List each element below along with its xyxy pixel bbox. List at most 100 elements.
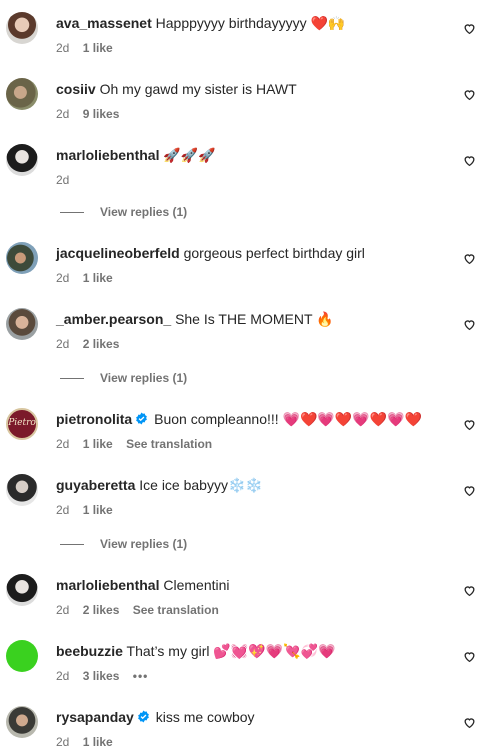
see-translation-button[interactable]: See translation: [133, 603, 219, 617]
avatar-logo-text: Pietro: [8, 418, 36, 428]
comment-time[interactable]: 2d: [56, 41, 69, 55]
comment-text: gorgeous perfect birthday girl: [183, 245, 365, 261]
comment-text: 🚀🚀🚀: [163, 147, 216, 163]
view-replies-button[interactable]: View replies (1): [60, 204, 187, 220]
comment-item: ava_massenet Happpyyyy birthdayyyyy ❤️🙌 …: [0, 12, 484, 72]
comment-time[interactable]: 2d: [56, 437, 69, 451]
heart-icon[interactable]: [463, 716, 476, 729]
heart-icon[interactable]: [463, 88, 476, 101]
heart-icon[interactable]: [463, 584, 476, 597]
replies-divider: [60, 212, 84, 214]
view-replies-button[interactable]: View replies (1): [60, 370, 187, 386]
comment-item: marloliebenthal 🚀🚀🚀 2d: [0, 144, 484, 204]
see-translation-button[interactable]: See translation: [126, 437, 212, 451]
comment-time[interactable]: 2d: [56, 271, 69, 285]
username-link[interactable]: marloliebenthal: [56, 577, 159, 593]
heart-icon[interactable]: [463, 318, 476, 331]
comment-meta: 2d: [56, 172, 79, 188]
replies-divider: [60, 378, 84, 380]
comment-line: marloliebenthal Clementini: [56, 576, 444, 594]
comment-time[interactable]: 2d: [56, 603, 69, 617]
likes-count[interactable]: 2 likes: [83, 603, 120, 617]
heart-icon[interactable]: [463, 484, 476, 497]
comment-line: _amber.pearson_ She Is THE MOMENT 🔥: [56, 310, 444, 328]
view-replies-label[interactable]: View replies (1): [100, 537, 187, 551]
username-link[interactable]: marloliebenthal: [56, 147, 159, 163]
comment-item: rysapanday kiss me cowboy 2d 1 like: [0, 706, 484, 756]
comment-line: beebuzzie That’s my girl 💕💓💖💗💘💞💗: [56, 642, 444, 660]
comment-text: Happpyyyy birthdayyyyy ❤️🙌: [155, 15, 346, 31]
likes-count[interactable]: 1 like: [83, 735, 113, 749]
comment-text: kiss me cowboy: [155, 709, 255, 725]
avatar[interactable]: [6, 640, 38, 672]
comment-item: _amber.pearson_ She Is THE MOMENT 🔥 2d 2…: [0, 308, 484, 368]
likes-count[interactable]: 1 like: [83, 271, 113, 285]
comment-text: Clementini: [163, 577, 230, 593]
avatar[interactable]: [6, 242, 38, 274]
comment-text: She Is THE MOMENT 🔥: [175, 311, 334, 327]
avatar[interactable]: [6, 308, 38, 340]
view-replies-label[interactable]: View replies (1): [100, 371, 187, 385]
likes-count[interactable]: 2 likes: [83, 337, 120, 351]
replies-divider: [60, 544, 84, 546]
username-link[interactable]: guyaberetta: [56, 477, 135, 493]
comment-time[interactable]: 2d: [56, 107, 69, 121]
comment-item: cosiiv Oh my gawd my sister is HAWT 2d 9…: [0, 78, 484, 138]
comment-item: Pietro pietronolita Buon compleanno!!! 💗…: [0, 408, 484, 468]
comment-line: guyaberetta Ice ice babyyy❄️❄️: [56, 476, 444, 494]
comment-item: marloliebenthal Clementini 2d 2 likes Se…: [0, 574, 484, 634]
likes-count[interactable]: 9 likes: [83, 107, 120, 121]
more-options-button[interactable]: •••: [133, 669, 149, 683]
username-link[interactable]: pietronolita: [56, 411, 132, 427]
comment-time[interactable]: 2d: [56, 337, 69, 351]
view-replies-label[interactable]: View replies (1): [100, 205, 187, 219]
likes-count[interactable]: 3 likes: [83, 669, 120, 683]
heart-icon[interactable]: [463, 154, 476, 167]
comment-text: That’s my girl 💕💓💖💗💘💞💗: [126, 643, 336, 659]
comment-meta: 2d 1 like: [56, 40, 123, 56]
heart-icon[interactable]: [463, 650, 476, 663]
heart-icon[interactable]: [463, 252, 476, 265]
comment-time[interactable]: 2d: [56, 735, 69, 749]
likes-count[interactable]: 1 like: [83, 503, 113, 517]
likes-count[interactable]: 1 like: [83, 437, 113, 451]
avatar[interactable]: [6, 144, 38, 176]
avatar[interactable]: [6, 78, 38, 110]
comment-meta: 2d 1 like: [56, 502, 123, 518]
comment-meta: 2d 2 likes: [56, 336, 129, 352]
comment-time[interactable]: 2d: [56, 669, 69, 683]
comment-line: rysapanday kiss me cowboy: [56, 708, 444, 726]
comment-line: cosiiv Oh my gawd my sister is HAWT: [56, 80, 444, 98]
comment-time[interactable]: 2d: [56, 173, 69, 187]
avatar[interactable]: [6, 12, 38, 44]
comment-meta: 2d 9 likes: [56, 106, 129, 122]
verified-badge-icon: [137, 710, 149, 723]
comment-time[interactable]: 2d: [56, 503, 69, 517]
comment-line: ava_massenet Happpyyyy birthdayyyyy ❤️🙌: [56, 14, 444, 32]
comment-text: Ice ice babyyy❄️❄️: [139, 477, 263, 493]
comment-line: marloliebenthal 🚀🚀🚀: [56, 146, 444, 164]
likes-count[interactable]: 1 like: [83, 41, 113, 55]
comment-item: guyaberetta Ice ice babyyy❄️❄️ 2d 1 like: [0, 474, 484, 534]
username-link[interactable]: ava_massenet: [56, 15, 152, 31]
username-link[interactable]: rysapanday: [56, 709, 134, 725]
avatar[interactable]: [6, 574, 38, 606]
comment-text: Oh my gawd my sister is HAWT: [99, 81, 297, 97]
view-replies-button[interactable]: View replies (1): [60, 536, 187, 552]
avatar[interactable]: [6, 706, 38, 738]
avatar[interactable]: Pietro: [6, 408, 38, 440]
heart-icon[interactable]: [463, 22, 476, 35]
comment-meta: 2d 3 likes •••: [56, 668, 158, 684]
comment-line: pietronolita Buon compleanno!!! 💗❤️💗❤️💗❤…: [56, 410, 444, 428]
verified-badge-icon: [136, 412, 148, 425]
username-link[interactable]: _amber.pearson_: [56, 311, 171, 327]
comment-meta: 2d 2 likes See translation: [56, 602, 229, 618]
username-link[interactable]: beebuzzie: [56, 643, 123, 659]
comment-line: jacquelineoberfeld gorgeous perfect birt…: [56, 244, 444, 262]
heart-icon[interactable]: [463, 418, 476, 431]
comment-meta: 2d 1 like See translation: [56, 436, 222, 452]
username-link[interactable]: jacquelineoberfeld: [56, 245, 180, 261]
avatar[interactable]: [6, 474, 38, 506]
comment-text: Buon compleanno!!! 💗❤️💗❤️💗❤️💗❤️: [154, 411, 422, 427]
username-link[interactable]: cosiiv: [56, 81, 96, 97]
